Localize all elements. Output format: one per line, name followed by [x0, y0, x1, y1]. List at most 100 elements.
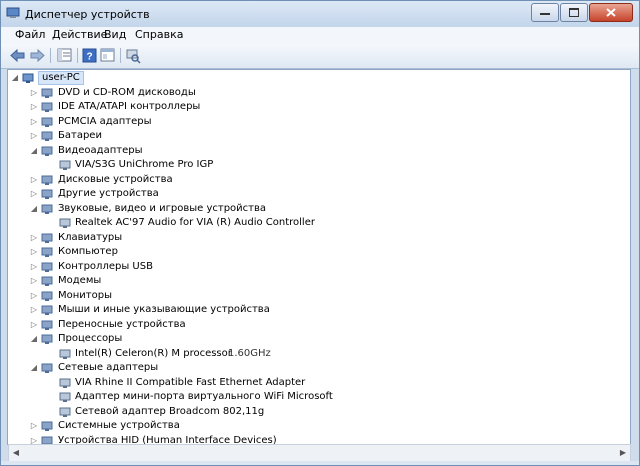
maximize-icon [569, 8, 579, 17]
device-item[interactable]: Intel(R) Celeron(R) M processor 1.60GHz [8, 347, 626, 361]
collapse-arrow-icon[interactable]: ◢ [30, 361, 38, 375]
device-category[interactable]: ▷ Контроллеры USB [8, 260, 626, 274]
close-icon [606, 8, 616, 17]
close-button[interactable] [589, 3, 633, 22]
expand-arrow-icon[interactable]: ▷ [30, 274, 38, 288]
title-bar[interactable]: Диспетчер устройств [1, 1, 639, 27]
window-title: Диспетчер устройств [25, 8, 150, 21]
properties-list-icon[interactable] [56, 47, 74, 64]
device-item[interactable]: Realtek AC'97 Audio for VIA (R) Audio Co… [8, 216, 626, 230]
forward-icon[interactable] [28, 47, 46, 64]
expand-arrow-icon[interactable]: ▷ [30, 231, 38, 245]
device-item[interactable]: VIA/S3G UniChrome Pro IGP [8, 158, 626, 172]
category-label: Дисковые устройства [58, 173, 173, 185]
device-extra: 1.60GHz [228, 347, 271, 359]
device-category[interactable]: ▷ Другие устройства [8, 187, 626, 201]
category-icon [41, 233, 53, 243]
category-icon [41, 320, 53, 330]
category-icon [41, 146, 53, 156]
category-label: Контроллеры USB [58, 260, 153, 272]
back-icon[interactable] [9, 47, 27, 64]
device-label: Адаптер мини-порта виртуального WiFi Mic… [75, 391, 333, 402]
category-icon [41, 175, 53, 185]
device-category[interactable]: ◢ Звуковые, видео и игровые устройства [8, 202, 626, 216]
collapse-arrow-icon[interactable]: ◢ [30, 332, 38, 346]
category-icon [41, 189, 53, 199]
menu-file[interactable]: Файл [15, 28, 45, 41]
expand-arrow-icon[interactable]: ▷ [30, 86, 38, 100]
device-category[interactable]: ▷ Батареи [8, 129, 626, 143]
expand-arrow-icon[interactable]: ▷ [30, 187, 38, 201]
category-icon [41, 421, 53, 431]
category-icon [41, 247, 53, 257]
maximize-button[interactable] [560, 3, 588, 22]
collapse-arrow-icon[interactable]: ◢ [30, 144, 38, 158]
expand-arrow-icon[interactable]: ▷ [30, 419, 38, 433]
computer-icon [22, 73, 34, 83]
device-category[interactable]: ▷ Дисковые устройства [8, 173, 626, 187]
device-label: VIA Rhine II Compatible Fast Ethernet Ad… [75, 376, 306, 388]
device-category[interactable]: ▷ Мониторы [8, 289, 626, 303]
expand-arrow-icon[interactable]: ▷ [30, 115, 38, 129]
category-icon [41, 334, 53, 344]
category-label: PCMCIA адаптеры [58, 115, 152, 127]
tree-root-label: user-PC [38, 71, 84, 85]
device-category[interactable]: ▷ IDE ATA/ATAPI контроллеры [8, 100, 626, 114]
device-category[interactable]: ▷ DVD и CD-ROM дисководы [8, 86, 626, 100]
category-icon [41, 204, 53, 214]
view-icon[interactable] [99, 47, 117, 64]
scroll-left-icon[interactable]: ◀ [10, 447, 22, 459]
device-item[interactable]: Сетевой адаптер Broadcom 802,11g [8, 405, 626, 419]
category-label: Системные устройства [58, 420, 180, 431]
device-category[interactable]: ▷ PCMCIA адаптеры [8, 115, 626, 129]
category-icon [41, 117, 53, 127]
scan-hardware-icon[interactable] [124, 47, 142, 64]
device-manager-icon [6, 7, 20, 18]
menu-action[interactable]: Действие [52, 28, 107, 41]
device-category[interactable]: ▷ Модемы [8, 274, 626, 288]
device-category[interactable]: ◢ Сетевые адаптеры [8, 361, 626, 375]
device-icon [59, 407, 71, 417]
device-category[interactable]: ▷ Мыши и иные указывающие устройства [8, 303, 626, 317]
category-label: Батареи [58, 130, 102, 141]
expand-arrow-icon[interactable]: ▷ [30, 245, 38, 259]
category-icon [41, 276, 53, 286]
device-tree[interactable]: ◢ user-PC ▷ DVD и CD-ROM дисководы ▷ IDE ATA/… [7, 69, 631, 445]
device-category[interactable]: ◢ Процессоры [8, 332, 626, 346]
category-label: Модемы [58, 275, 102, 286]
help-icon[interactable]: ? [81, 47, 99, 64]
collapse-arrow-icon[interactable]: ◢ [11, 71, 19, 85]
category-icon [41, 131, 53, 141]
minimize-button[interactable] [531, 3, 559, 22]
expand-arrow-icon[interactable]: ▷ [30, 173, 38, 187]
device-label: Realtek AC'97 Audio for VIA (R) Audio Co… [75, 217, 315, 228]
device-category[interactable]: ▷ Переносные устройства [8, 318, 626, 332]
device-icon [59, 349, 71, 359]
device-category[interactable]: ▷ Клавиатуры [8, 231, 626, 245]
expand-arrow-icon[interactable]: ▷ [30, 100, 38, 114]
device-label: VIA/S3G UniChrome Pro IGP [75, 159, 214, 170]
horizontal-scrollbar[interactable]: ◀ ▶ [8, 444, 631, 462]
device-item[interactable]: VIA Rhine II Compatible Fast Ethernet Ad… [8, 376, 626, 390]
menu-view[interactable]: Вид [104, 28, 126, 41]
device-category[interactable]: ▷ Системные устройства [8, 419, 626, 433]
device-manager-window: Диспетчер устройств Файл Действие Вид Сп… [0, 0, 640, 466]
scroll-right-icon[interactable]: ▶ [617, 447, 629, 459]
device-item[interactable]: Адаптер мини-порта виртуального WiFi Mic… [8, 390, 626, 404]
category-label: DVD и CD-ROM дисководы [58, 86, 196, 98]
device-category[interactable]: ◢ Видеоадаптеры [8, 144, 626, 158]
category-label: Видеоадаптеры [58, 144, 143, 156]
device-category[interactable]: ▷ Компьютер [8, 245, 626, 259]
menu-help[interactable]: Справка [135, 28, 183, 41]
expand-arrow-icon[interactable]: ▷ [30, 318, 38, 332]
expand-arrow-icon[interactable]: ▷ [30, 289, 38, 303]
expand-arrow-icon[interactable]: ▷ [30, 129, 38, 143]
category-label: Мыши и иные указывающие устройства [58, 304, 270, 315]
expand-arrow-icon[interactable]: ▷ [30, 303, 38, 317]
device-icon [59, 160, 71, 170]
category-icon [41, 363, 53, 373]
category-label: Мониторы [58, 289, 112, 301]
device-icon [59, 378, 71, 388]
expand-arrow-icon[interactable]: ▷ [30, 260, 38, 274]
collapse-arrow-icon[interactable]: ◢ [30, 202, 38, 216]
